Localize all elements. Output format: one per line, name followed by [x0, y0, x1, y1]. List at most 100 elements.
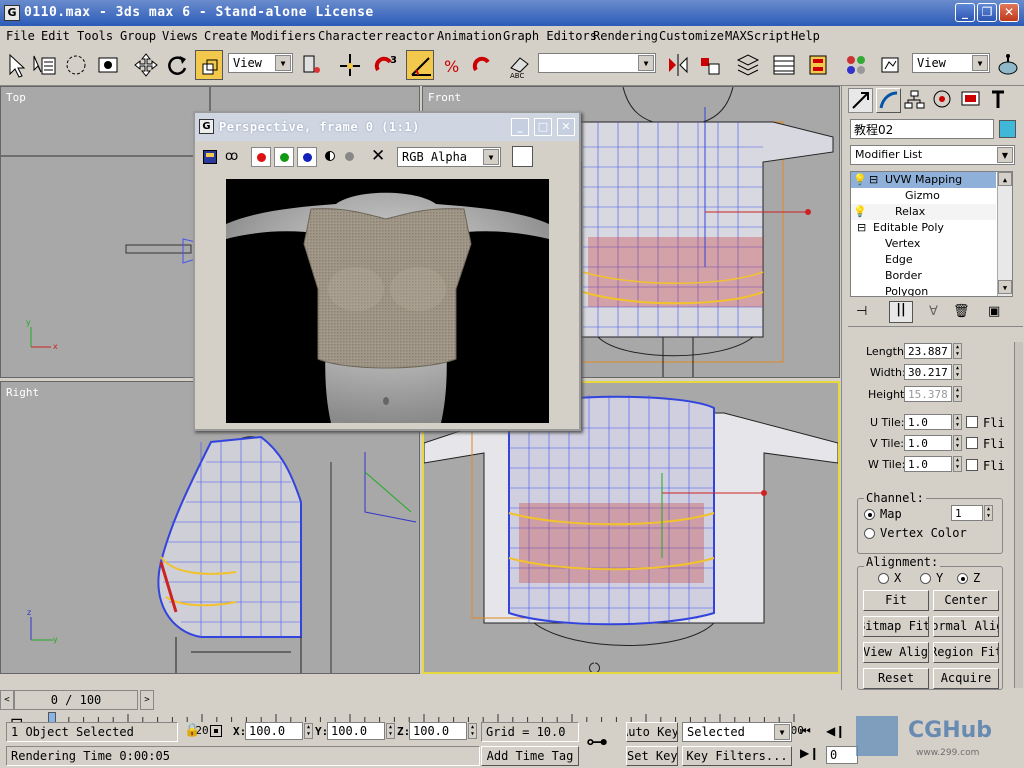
u-tile-field[interactable]: 1.0 — [904, 414, 952, 430]
z-spinner[interactable]: ▲ ▼ — [468, 723, 477, 739]
lightbulb-icon[interactable]: 💡 — [853, 205, 867, 218]
w-tile-spinner[interactable]: ▲ ▼ — [953, 456, 962, 472]
vertex-color-radio[interactable] — [864, 528, 875, 539]
reference-coord-combo[interactable]: View ▼ — [228, 53, 293, 73]
u-tile-spinner[interactable]: ▲ ▼ — [953, 414, 962, 430]
render-minimize-icon[interactable]: _ — [511, 118, 529, 136]
key-filter-combo[interactable]: Selected ▼ — [682, 722, 792, 742]
select-manipulate-icon[interactable] — [336, 50, 364, 80]
prev-frame-icon[interactable]: ◀❙ — [826, 724, 845, 738]
time-slider[interactable]: 0 / 100 — [14, 690, 138, 710]
stack-item-edge[interactable]: Edge — [851, 252, 996, 268]
remove-modifier-icon[interactable]: 🗑 — [953, 304, 970, 319]
pin-stack-icon[interactable]: ⊣ — [856, 304, 867, 319]
select-arrow-icon[interactable] — [2, 50, 30, 80]
align-icon[interactable] — [696, 50, 724, 80]
show-end-result-icon[interactable]: || — [889, 301, 913, 323]
render-window-titlebar[interactable]: G Perspective, frame 0 (1:1) _ □ ✕ — [195, 113, 579, 141]
menu-maxscript[interactable]: MAXScript — [725, 29, 790, 43]
restore-icon[interactable]: ❐ — [977, 3, 997, 22]
command-panel-scrollbar[interactable] — [1014, 342, 1023, 688]
reset-button[interactable]: Reset — [863, 668, 929, 689]
utilities-tab-icon[interactable] — [987, 88, 1012, 113]
modifier-list-combo[interactable]: Modifier List ▼ — [850, 145, 1015, 165]
lock-selection-icon[interactable]: 🔒 — [184, 723, 200, 738]
menu-rendering[interactable]: Rendering — [593, 29, 658, 43]
layer-manager-icon[interactable] — [734, 50, 762, 80]
named-selection-combo[interactable]: ▼ — [538, 53, 656, 73]
key-filters-button[interactable]: Key Filters... — [682, 746, 792, 766]
render-scene-icon[interactable] — [876, 50, 904, 80]
width-spinner[interactable]: ▲ ▼ — [953, 364, 962, 380]
spinner-snap-icon[interactable] — [470, 50, 498, 80]
set-key-button[interactable]: Set Key — [626, 746, 678, 766]
center-button[interactable]: Center — [933, 590, 999, 611]
menu-reactor[interactable]: reactor — [384, 29, 435, 43]
display-tab-icon[interactable] — [959, 88, 984, 113]
render-view-combo[interactable]: View ▼ — [912, 53, 990, 73]
add-time-tag-button[interactable]: Add Time Tag — [481, 746, 579, 766]
width-field[interactable]: 30.217 — [904, 364, 952, 380]
auto-key-button[interactable]: Auto Key — [626, 722, 678, 742]
height-field[interactable]: 15.378 — [904, 386, 952, 402]
monochrome-icon[interactable] — [345, 152, 354, 161]
align-y-radio[interactable] — [920, 573, 931, 584]
viewport-right-label[interactable]: Right — [6, 386, 39, 399]
acquire-button[interactable]: Acquire — [933, 668, 999, 689]
length-field[interactable]: 23.887 — [904, 343, 952, 359]
align-z-radio[interactable] — [957, 573, 968, 584]
make-unique-icon[interactable]: ∀ — [929, 304, 938, 319]
stack-item-vertex[interactable]: Vertex — [851, 236, 996, 252]
menu-modifiers[interactable]: Modifiers — [251, 29, 316, 43]
select-by-name-icon[interactable] — [30, 50, 58, 80]
v-flip-checkbox[interactable] — [966, 437, 978, 449]
window-crossing-icon[interactable] — [94, 50, 122, 80]
viewport-front-label[interactable]: Front — [428, 91, 461, 104]
channel-display-combo[interactable]: RGB Alpha ▼ — [397, 147, 501, 167]
set-key-icon[interactable]: ⊶ — [586, 730, 608, 755]
collapse-icon[interactable]: ⊟ — [857, 221, 866, 234]
percent-snap-icon[interactable]: % — [438, 50, 466, 80]
red-channel-icon[interactable] — [251, 147, 271, 167]
create-tab-icon[interactable] — [848, 88, 873, 113]
menu-edit[interactable]: Edit — [41, 29, 70, 43]
menu-help[interactable]: Help — [791, 29, 820, 43]
menu-tools[interactable]: Tools — [77, 29, 113, 43]
stack-scrollbar[interactable]: ▲ ▼ — [997, 172, 1012, 296]
bitmap-fit-button[interactable]: Bitmap Fit — [863, 616, 929, 637]
menu-customize[interactable]: Customize — [659, 29, 724, 43]
modifier-stack[interactable]: 💡 ⊟ UVW Mapping Gizmo 💡 Relax ⊟ Editable… — [850, 171, 1013, 297]
pivot-center-icon[interactable] — [298, 50, 326, 80]
motion-tab-icon[interactable] — [931, 88, 956, 113]
menu-group[interactable]: Group — [120, 29, 156, 43]
snap-3d-icon[interactable]: 3 — [372, 50, 400, 80]
stack-item-gizmo[interactable]: Gizmo — [851, 188, 996, 204]
blue-channel-icon[interactable] — [297, 147, 317, 167]
clone-window-icon[interactable]: ꝏ — [225, 149, 238, 164]
z-coordinate-field[interactable]: 100.0 — [409, 722, 467, 740]
timeline-next-icon[interactable]: > — [140, 690, 154, 710]
region-fit-button[interactable]: Region Fit — [933, 642, 999, 663]
schematic-view-icon[interactable] — [804, 50, 832, 80]
menu-animation[interactable]: Animation — [437, 29, 502, 43]
menu-file[interactable]: File — [6, 29, 35, 43]
hierarchy-tab-icon[interactable] — [903, 88, 928, 113]
stack-item-editable-poly[interactable]: ⊟ Editable Poly — [851, 220, 996, 236]
stack-item-uvw-mapping[interactable]: 💡 ⊟ UVW Mapping — [851, 172, 996, 188]
menu-character[interactable]: Character — [318, 29, 383, 43]
stack-item-polygon[interactable]: Polygon — [851, 284, 996, 296]
close-icon[interactable]: ✕ — [999, 3, 1019, 22]
viewport-top-label[interactable]: Top — [6, 91, 26, 104]
y-coordinate-field[interactable]: 100.0 — [327, 722, 385, 740]
render-maximize-icon[interactable]: □ — [534, 118, 552, 136]
edit-named-selection-icon[interactable]: ABC — [506, 50, 534, 80]
clear-icon[interactable]: ✕ — [371, 146, 385, 166]
w-tile-field[interactable]: 1.0 — [904, 456, 952, 472]
color-swatch[interactable] — [512, 146, 533, 167]
menu-views[interactable]: Views — [162, 29, 198, 43]
w-flip-checkbox[interactable] — [966, 459, 978, 471]
x-coordinate-field[interactable]: 100.0 — [245, 722, 303, 740]
region-select-icon[interactable] — [62, 50, 90, 80]
map-channel-spinner[interactable]: ▲ ▼ — [984, 505, 993, 521]
menu-graph-editors[interactable]: Graph Editors — [503, 29, 597, 43]
